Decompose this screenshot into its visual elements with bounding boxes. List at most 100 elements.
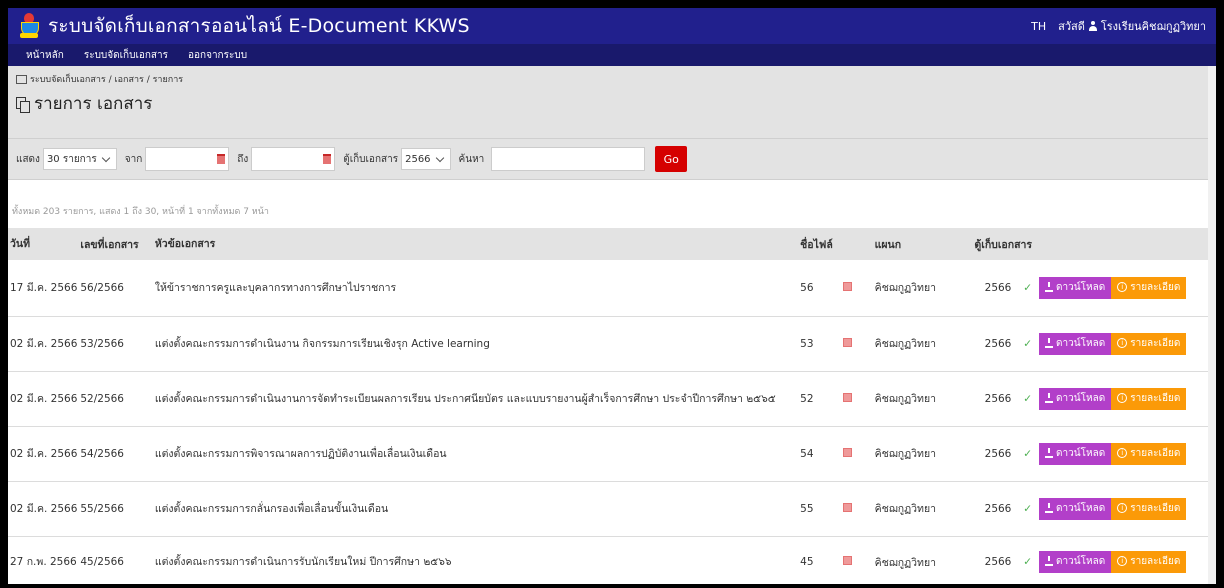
cell-filename: 53: [799, 316, 831, 372]
col-date[interactable]: วันที่: [8, 228, 80, 260]
download-button[interactable]: ดาวน์โหลด: [1039, 551, 1112, 573]
pdf-icon[interactable]: [843, 556, 853, 565]
cell-doc-no: 52/2566: [79, 371, 154, 427]
download-button[interactable]: ดาวน์โหลด: [1039, 497, 1112, 520]
cell-title: ให้ข้าราชการครูและบุคลากรทางการศึกษาไปรา…: [153, 260, 800, 317]
cabinet-select[interactable]: 2566: [401, 148, 451, 170]
cell-actions: ดาวน์โหลด i รายละเอียด: [1038, 481, 1216, 537]
user-name[interactable]: โรงเรียนคิชฌกูฏวิทยา: [1101, 17, 1206, 35]
cell-file-icon: [830, 481, 874, 537]
details-button[interactable]: i รายละเอียด: [1111, 332, 1187, 355]
cell-title: แต่งตั้งคณะกรรมการพิจารณาผลการปฏิบัติงาน…: [153, 426, 800, 482]
chevron-down-icon: [101, 153, 110, 162]
table-header: วันที่ เลขที่เอกสาร หัวข้อเอกสาร ชื่อไฟล…: [8, 228, 1216, 260]
nav-home[interactable]: หน้าหลัก: [16, 48, 74, 63]
cell-dept: คิชฌกูฏวิทยา: [873, 426, 961, 482]
language-toggle[interactable]: TH: [1031, 20, 1046, 33]
cell-doc-no: 54/2566: [79, 426, 154, 482]
cell-cabinet: 2566: [960, 316, 1018, 372]
info-icon: i: [1117, 447, 1128, 458]
results-summary: ทั้งหมด 203 รายการ, แสดง 1 ถึง 30, หน้าท…: [12, 207, 269, 217]
col-title[interactable]: หัวข้อเอกสาร: [153, 228, 800, 260]
cell-date: 02 มี.ค. 2566: [8, 426, 80, 482]
cell-cabinet: 2566: [960, 371, 1018, 427]
scrollbar[interactable]: [1208, 66, 1216, 584]
download-label: ดาวน์โหลด: [1056, 337, 1106, 349]
details-label: รายละเอียด: [1130, 337, 1181, 349]
page-header: ระบบจัดเก็บเอกสาร / เอกสาร / รายการ รายก…: [8, 66, 1216, 180]
nav-bar: หน้าหลัก ระบบจัดเก็บเอกสาร ออกจากระบบ: [8, 44, 1216, 66]
details-button[interactable]: i รายละเอียด: [1111, 497, 1187, 520]
col-doc-no[interactable]: เลขที่เอกสาร: [79, 228, 154, 260]
info-icon: i: [1117, 337, 1128, 348]
download-icon: [1045, 281, 1054, 292]
table-row: 17 มี.ค. 2566 56/2566 ให้ข้าราชการครูและ…: [8, 260, 1216, 317]
download-button[interactable]: ดาวน์โหลด: [1039, 276, 1112, 299]
details-label: รายละเอียด: [1130, 392, 1181, 404]
go-button[interactable]: Go: [655, 146, 688, 172]
search-input[interactable]: [491, 147, 646, 171]
details-label: รายละเอียด: [1130, 556, 1181, 567]
details-label: รายละเอียด: [1130, 502, 1181, 514]
cell-cabinet: 2566: [960, 536, 1018, 584]
details-label: รายละเอียด: [1130, 447, 1181, 459]
cell-filename: 56: [799, 260, 831, 317]
cell-title: แต่งตั้งคณะกรรมการดำเนินงานการจัดทำระเบี…: [153, 371, 800, 427]
col-cabinet[interactable]: ตู้เก็บเอกสาร: [960, 228, 1039, 260]
download-button[interactable]: ดาวน์โหลด: [1039, 442, 1112, 465]
check-icon: ✓: [1017, 260, 1039, 317]
download-button[interactable]: ดาวน์โหลด: [1039, 332, 1112, 355]
chevron-down-icon: [435, 153, 444, 162]
check-icon: ✓: [1017, 371, 1039, 427]
table-row: 02 มี.ค. 2566 53/2566 แต่งตั้งคณะกรรมการ…: [8, 316, 1216, 372]
details-button[interactable]: i รายละเอียด: [1111, 276, 1187, 299]
page-title: รายการ เอกสาร: [16, 90, 152, 117]
details-button[interactable]: i รายละเอียด: [1111, 442, 1187, 465]
nav-documents[interactable]: ระบบจัดเก็บเอกสาร: [74, 48, 178, 63]
download-icon: [1045, 447, 1054, 458]
details-button[interactable]: i รายละเอียด: [1111, 387, 1187, 410]
pdf-icon[interactable]: [843, 337, 853, 347]
calendar-icon[interactable]: [323, 154, 332, 164]
from-date-input[interactable]: [145, 147, 230, 171]
details-button[interactable]: i รายละเอียด: [1111, 551, 1187, 573]
filter-bar: แสดง 30 รายการ จาก ถึง ตู้เก็บเอกสาร 256…: [8, 138, 1216, 180]
check-icon: ✓: [1017, 316, 1039, 372]
cell-doc-no: 53/2566: [79, 316, 154, 372]
documents-table: วันที่ เลขที่เอกสาร หัวข้อเอกสาร ชื่อไฟล…: [8, 228, 1216, 584]
cell-title: แต่งตั้งคณะกรรมการดำเนินงาน กิจกรรมการเร…: [153, 316, 800, 372]
cell-title: แต่งตั้งคณะกรรมการดำเนินการรับนักเรียนให…: [153, 536, 800, 584]
app-title: ระบบจัดเก็บเอกสารออนไลน์ E-Document KKWS: [48, 15, 470, 37]
show-select[interactable]: 30 รายการ: [42, 148, 117, 170]
pdf-icon[interactable]: [843, 281, 853, 291]
cell-filename: 52: [799, 371, 831, 427]
col-filename[interactable]: ชื่อไฟล์: [799, 228, 874, 260]
info-icon: i: [1117, 502, 1128, 513]
nav-logout[interactable]: ออกจากระบบ: [178, 48, 257, 63]
cabinet-select-value: 2566: [405, 153, 431, 165]
cell-cabinet: 2566: [960, 426, 1018, 482]
col-dept[interactable]: แผนก: [873, 228, 961, 260]
cell-filename: 55: [799, 481, 831, 537]
cell-filename: 45: [799, 536, 831, 584]
to-date-input[interactable]: [251, 147, 336, 171]
download-button[interactable]: ดาวน์โหลด: [1039, 387, 1112, 410]
school-logo: [18, 13, 40, 39]
details-label: รายละเอียด: [1130, 281, 1181, 293]
download-icon: [1045, 502, 1054, 513]
cell-doc-no: 56/2566: [79, 260, 154, 317]
pdf-icon[interactable]: [843, 392, 853, 402]
breadcrumb-text[interactable]: ระบบจัดเก็บเอกสาร / เอกสาร / รายการ: [30, 72, 183, 86]
table-row: 02 มี.ค. 2566 55/2566 แต่งตั้งคณะกรรมการ…: [8, 481, 1216, 537]
pdf-icon[interactable]: [843, 502, 853, 512]
breadcrumb: ระบบจัดเก็บเอกสาร / เอกสาร / รายการ: [16, 72, 183, 86]
cell-date: 02 มี.ค. 2566: [8, 316, 80, 372]
download-label: ดาวน์โหลด: [1056, 392, 1106, 404]
download-label: ดาวน์โหลด: [1056, 502, 1106, 514]
calendar-icon[interactable]: [217, 154, 226, 164]
cell-title: แต่งตั้งคณะกรรมการกลั่นกรองเพื่อเลื่อนขั…: [153, 481, 800, 537]
download-label: ดาวน์โหลด: [1056, 447, 1106, 459]
download-icon: [1045, 392, 1054, 403]
pdf-icon[interactable]: [843, 447, 853, 457]
cell-date: 27 ก.พ. 2566: [8, 536, 80, 584]
